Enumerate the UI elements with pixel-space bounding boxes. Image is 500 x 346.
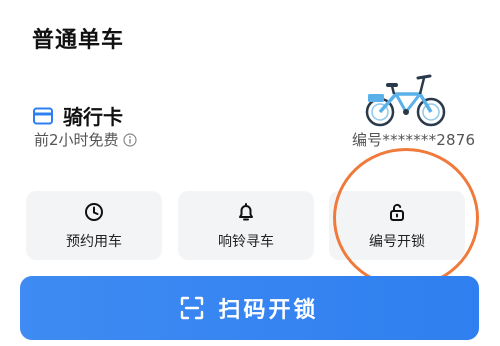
riding-card-subtitle-row: 前2小时免费 bbox=[34, 129, 137, 150]
reserve-bike-label: 预约用车 bbox=[66, 233, 122, 250]
reserve-bike-button[interactable]: 预约用车 bbox=[26, 191, 162, 260]
clock-icon bbox=[85, 202, 103, 221]
riding-card-title: 骑行卡 bbox=[63, 105, 123, 129]
scan-unlock-button[interactable]: 扫码开锁 bbox=[20, 276, 479, 340]
riding-card-subtitle: 前2小时免费 bbox=[34, 131, 119, 149]
unlock-icon bbox=[390, 203, 404, 221]
scan-unlock-label: 扫码开锁 bbox=[218, 298, 319, 323]
bike-number: 编号*******2876 bbox=[352, 131, 476, 149]
riding-card-row[interactable]: 骑行卡 bbox=[33, 101, 123, 130]
card-icon bbox=[33, 107, 53, 124]
ring-bike-button[interactable]: 响铃寻车 bbox=[178, 191, 314, 260]
info-icon[interactable] bbox=[122, 132, 137, 147]
unlock-by-number-label: 编号开锁 bbox=[369, 233, 425, 250]
unlock-by-number-button[interactable]: 编号开锁 bbox=[329, 191, 465, 260]
bell-icon bbox=[239, 202, 253, 220]
ring-bike-label: 响铃寻车 bbox=[218, 233, 274, 250]
section-title: 普通单车 bbox=[32, 28, 125, 53]
bicycle-icon bbox=[365, 74, 446, 127]
scan-icon bbox=[181, 296, 204, 320]
